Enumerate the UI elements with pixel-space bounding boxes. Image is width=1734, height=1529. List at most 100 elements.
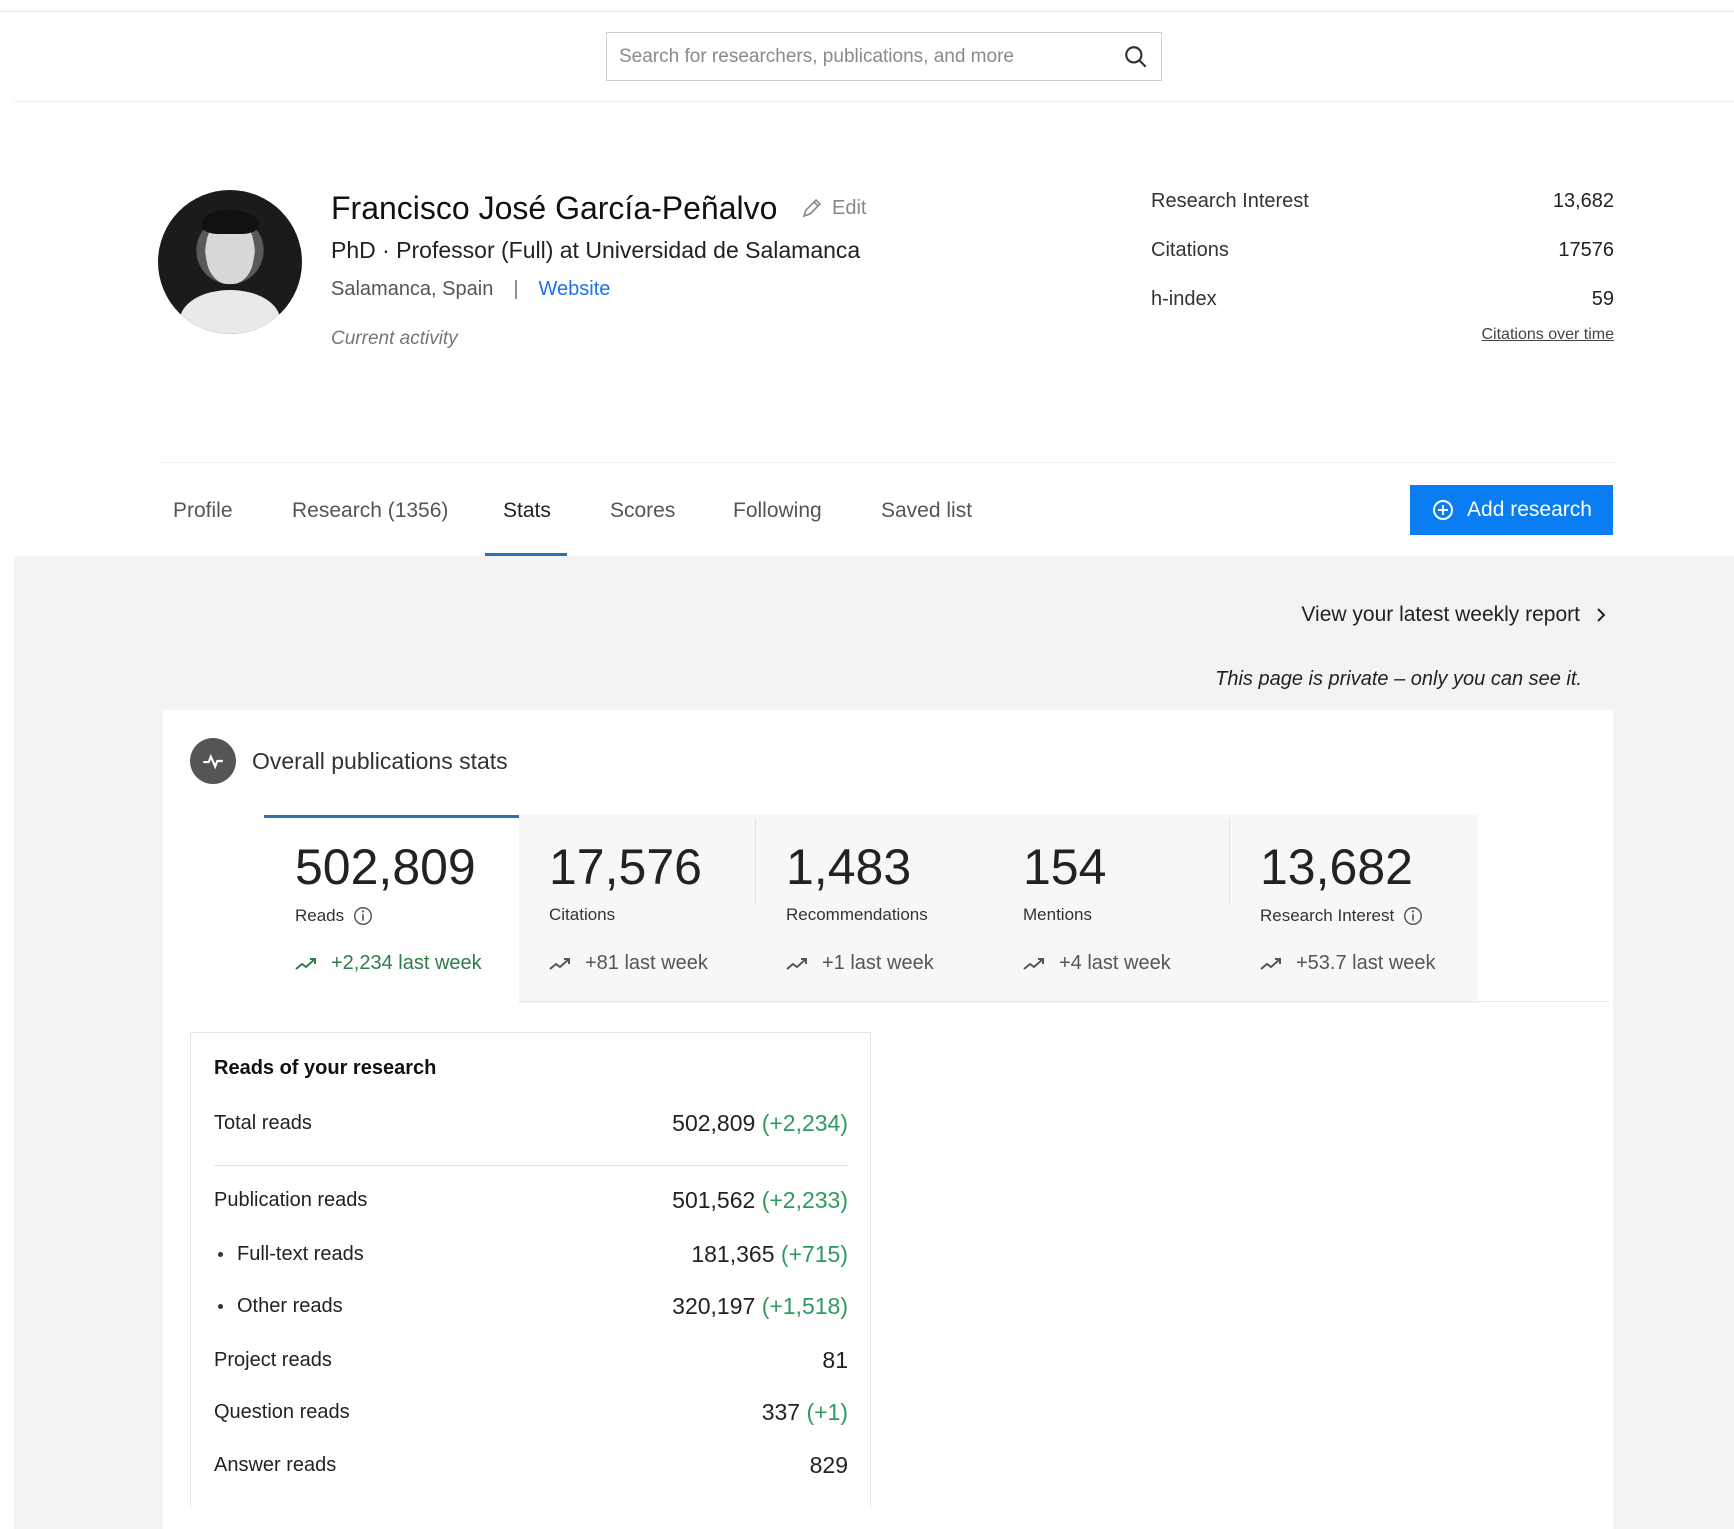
- reads-title: Reads of your research: [214, 1057, 437, 1079]
- trend-up-icon: [295, 957, 316, 970]
- search-bar[interactable]: [606, 32, 1162, 81]
- trend-up-icon: [549, 957, 570, 970]
- stat-value: 13,682: [1260, 839, 1413, 895]
- read-label: Question reads: [214, 1401, 350, 1423]
- search-icon[interactable]: [1123, 44, 1149, 70]
- read-value: 81: [822, 1347, 848, 1373]
- stat-label-text: Citations: [549, 905, 616, 924]
- stat-value: 154: [1023, 839, 1107, 895]
- pencil-icon: [802, 198, 822, 218]
- stat-label-text: Reads: [295, 906, 345, 925]
- header-divider: [14, 101, 1734, 102]
- stat-value: 17,576: [549, 839, 702, 895]
- stat-label: Research Interest: [1260, 905, 1424, 927]
- read-row-other: Other reads 320,197 (+1,518): [214, 1293, 848, 1320]
- stat-trend: +2,234 last week: [295, 952, 482, 975]
- metric-value: 59: [1591, 288, 1614, 310]
- overall-stats-title: Overall publications stats: [252, 747, 508, 774]
- weekly-report-label: View your latest weekly report: [1301, 603, 1580, 626]
- stat-trend-text: +2,234 last week: [331, 952, 482, 974]
- read-row-question: Question reads 337 (+1): [214, 1399, 848, 1426]
- separator: |: [513, 278, 519, 300]
- metric-research-interest: Research Interest 13,682: [1151, 190, 1614, 239]
- add-research-button[interactable]: Add research: [1410, 485, 1613, 535]
- website-link[interactable]: Website: [539, 278, 611, 301]
- read-value: 502,809 (+2,234): [672, 1110, 848, 1136]
- overall-stats-header: Overall publications stats: [190, 738, 508, 784]
- tab-stats[interactable]: Stats: [503, 499, 551, 523]
- stat-value: 1,483: [786, 839, 912, 895]
- read-row-project: Project reads 81: [214, 1347, 848, 1374]
- tab-following[interactable]: Following: [733, 499, 822, 523]
- stat-trend-text: +1 last week: [822, 952, 934, 974]
- info-icon[interactable]: [1402, 905, 1424, 927]
- read-row-publication: Publication reads 501,562 (+2,233): [214, 1187, 848, 1214]
- metric-citations: Citations 17576: [1151, 239, 1614, 288]
- profile-title: PhD · Professor (Full) at Universidad de…: [331, 237, 861, 263]
- weekly-report-link[interactable]: View your latest weekly report: [1301, 603, 1610, 627]
- stat-trend-text: +4 last week: [1059, 952, 1171, 974]
- trend-up-icon: [1023, 957, 1044, 970]
- read-value: 320,197 (+1,518): [672, 1293, 848, 1319]
- stat-label: Mentions: [1023, 905, 1092, 925]
- metric-label: Research Interest: [1151, 190, 1309, 212]
- read-row-total: Total reads 502,809 (+2,234): [214, 1110, 848, 1137]
- stat-trend-text: +53.7 last week: [1296, 952, 1436, 974]
- trend-up-icon: [1260, 957, 1281, 970]
- stat-label-text: Mentions: [1023, 905, 1092, 924]
- stat-trend: +81 last week: [549, 952, 708, 975]
- stat-trend-text: +81 last week: [585, 952, 708, 974]
- private-note: This page is private – only you can see …: [1215, 668, 1582, 690]
- edit-label: Edit: [832, 196, 867, 219]
- tab-scores[interactable]: Scores: [610, 499, 675, 523]
- metric-label: Citations: [1151, 239, 1229, 261]
- read-row-answer: Answer reads 829: [214, 1452, 848, 1479]
- stat-label-text: Research Interest: [1260, 906, 1395, 925]
- read-label: Full-text reads: [214, 1243, 364, 1266]
- read-value: 337 (+1): [761, 1399, 848, 1425]
- stat-label-text: Recommendations: [786, 905, 928, 924]
- stat-label: Recommendations: [786, 905, 928, 925]
- reads-divider: [214, 1165, 848, 1166]
- plus-circle-icon: [1433, 500, 1454, 520]
- divider: [755, 818, 756, 904]
- read-label: Publication reads: [214, 1189, 368, 1211]
- current-activity[interactable]: Current activity: [331, 328, 458, 350]
- stat-label: Reads: [295, 905, 374, 927]
- tab-profile[interactable]: Profile: [173, 499, 233, 523]
- tab-bar-border: [160, 462, 1616, 463]
- stat-trend: +4 last week: [1023, 952, 1171, 975]
- trend-up-icon: [786, 957, 807, 970]
- read-label: Answer reads: [214, 1454, 337, 1476]
- top-border: [0, 11, 1734, 12]
- chevron-right-icon: [1597, 608, 1606, 622]
- stat-value: 502,809: [295, 839, 476, 895]
- stat-trend: +1 last week: [786, 952, 934, 975]
- avatar[interactable]: [158, 190, 302, 334]
- read-value: 501,562 (+2,233): [672, 1187, 848, 1213]
- location-line: Salamanca, Spain | Website: [331, 278, 610, 301]
- read-value: 829: [809, 1452, 848, 1478]
- tab-saved-list[interactable]: Saved list: [881, 499, 972, 523]
- add-research-label: Add research: [1467, 498, 1592, 521]
- citations-over-time-link[interactable]: Citations over time: [1482, 326, 1615, 344]
- profile-name: Francisco José García-Peñalvo: [331, 190, 778, 226]
- stats-divider: [519, 1001, 1609, 1002]
- stat-trend: +53.7 last week: [1260, 952, 1436, 975]
- metric-label: h-index: [1151, 288, 1217, 310]
- search-input[interactable]: [619, 45, 1123, 68]
- read-row-full-text: Full-text reads 181,365 (+715): [214, 1241, 848, 1268]
- edit-button[interactable]: Edit: [800, 196, 866, 220]
- read-value: 181,365 (+715): [691, 1241, 848, 1267]
- info-icon[interactable]: [352, 905, 374, 927]
- metric-value: 13,682: [1552, 190, 1614, 212]
- reads-card: [190, 1032, 871, 1507]
- profile-metrics: Research Interest 13,682 Citations 17576…: [1151, 190, 1614, 337]
- location: Salamanca, Spain: [331, 278, 494, 300]
- read-label: Total reads: [214, 1112, 312, 1134]
- tab-research[interactable]: Research (1356): [292, 499, 448, 523]
- stat-label: Citations: [549, 905, 615, 925]
- activity-icon: [190, 738, 236, 784]
- read-label: Project reads: [214, 1349, 332, 1371]
- metric-value: 17576: [1558, 239, 1614, 261]
